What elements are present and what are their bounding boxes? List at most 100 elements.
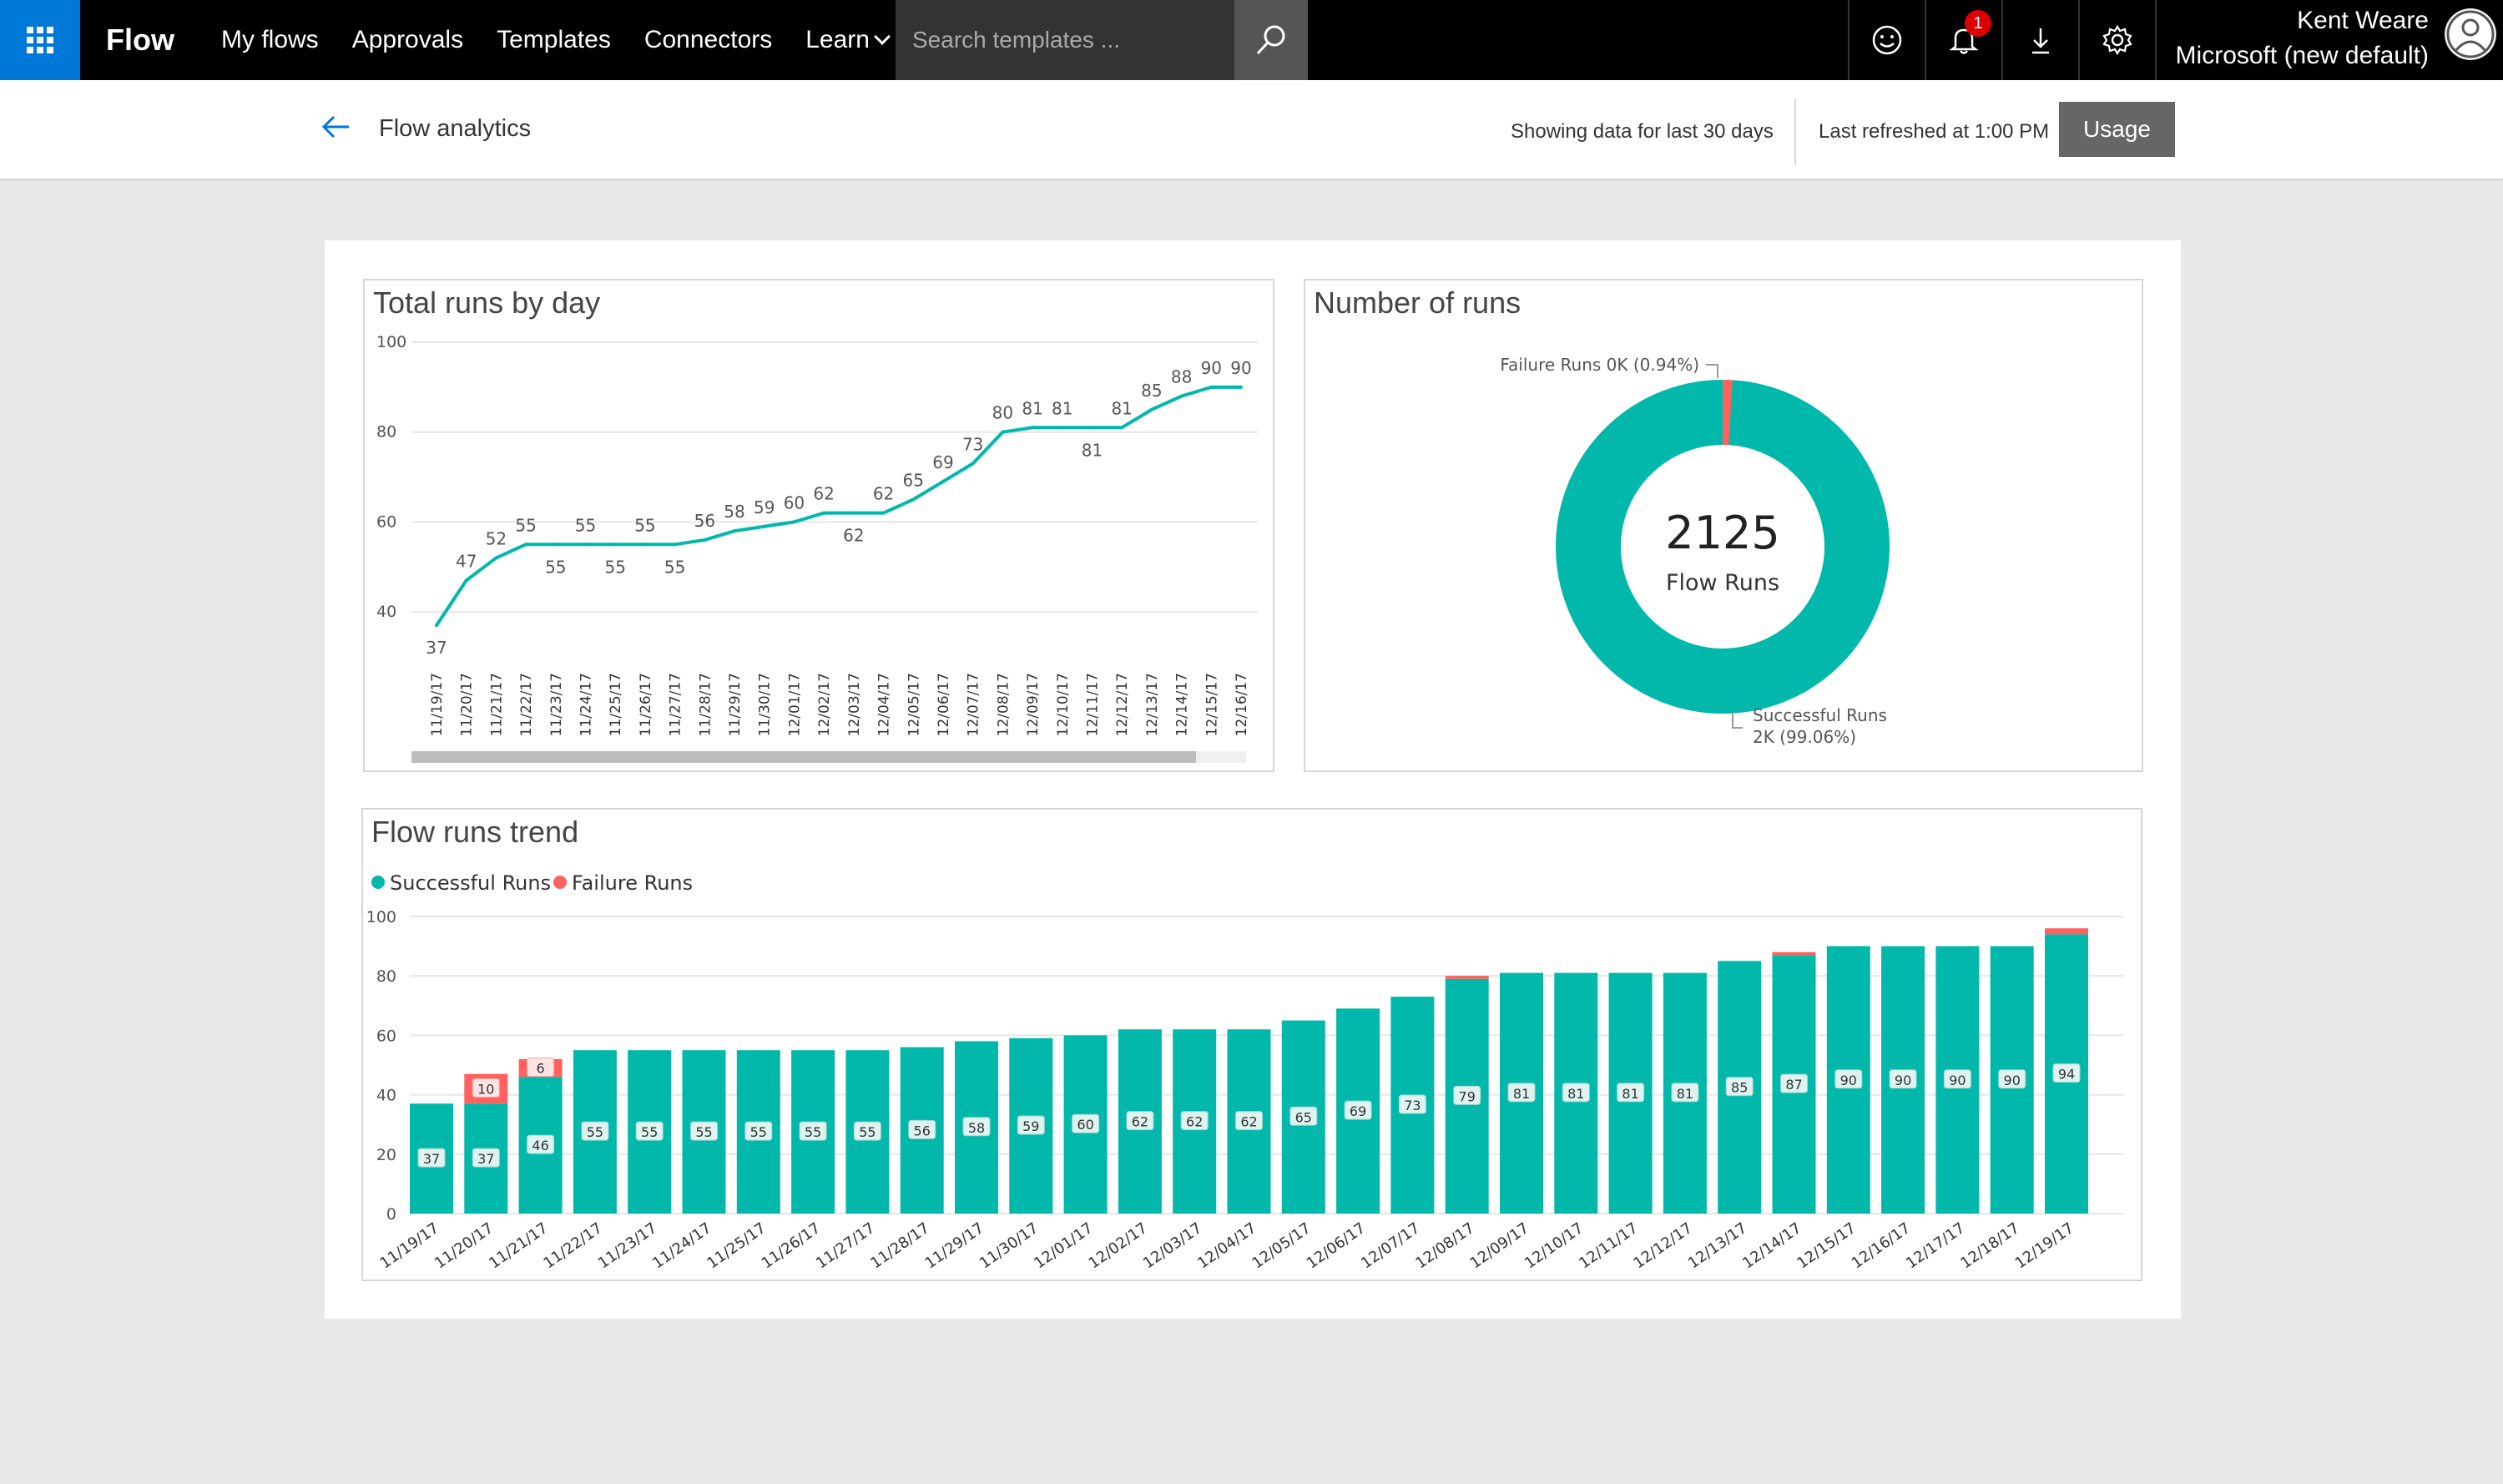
- data-label: 81: [1082, 440, 1103, 460]
- x-tick-label: 12/19/17: [2012, 1219, 2077, 1273]
- chevron-down-icon: [874, 28, 891, 45]
- data-label: 62: [843, 526, 864, 546]
- x-tick-label: 11/22/17: [518, 673, 535, 736]
- avatar-icon[interactable]: [2445, 8, 2496, 60]
- data-point: [703, 538, 707, 542]
- data-label: 87: [1785, 1077, 1802, 1093]
- nav-templates[interactable]: Templates: [480, 0, 628, 80]
- data-point: [613, 543, 618, 547]
- data-label: 55: [634, 515, 655, 535]
- data-point: [553, 543, 558, 547]
- data-label: 55: [695, 1124, 712, 1140]
- notifications-button[interactable]: 1: [1925, 0, 2001, 80]
- data-label: 69: [932, 452, 953, 472]
- x-tick-label: 11/22/17: [540, 1219, 605, 1273]
- brand-logo[interactable]: Flow: [106, 0, 174, 80]
- usage-button[interactable]: Usage: [2059, 102, 2175, 157]
- data-label: 90: [1230, 358, 1251, 378]
- data-label: 85: [1141, 381, 1162, 401]
- x-tick-label: 11/20/17: [431, 1219, 497, 1273]
- data-point: [1090, 426, 1094, 430]
- top-nav-bar: Flow My flows Approvals Templates Connec…: [0, 0, 2503, 80]
- data-point: [941, 479, 945, 483]
- data-point: [762, 524, 766, 528]
- nav-connectors[interactable]: Connectors: [628, 0, 789, 80]
- data-point: [1149, 407, 1153, 411]
- x-tick-label: 12/16/17: [1234, 673, 1250, 736]
- data-label: 6: [537, 1061, 545, 1077]
- last-refreshed-text: Last refreshed at 1:00 PM: [1819, 120, 2050, 143]
- data-label: 10: [477, 1081, 494, 1097]
- y-tick-label: 100: [376, 333, 406, 351]
- x-tick-label: 12/04/17: [876, 673, 893, 736]
- download-button[interactable]: [2001, 0, 2078, 80]
- data-point: [971, 462, 975, 466]
- user-org: Microsoft (new default): [2175, 42, 2429, 69]
- data-label: 37: [477, 1151, 494, 1167]
- y-tick-label: 40: [376, 1087, 396, 1105]
- search-button[interactable]: [1234, 0, 1308, 80]
- x-tick-label: 12/07/17: [966, 673, 982, 736]
- x-tick-label: 12/11/17: [1576, 1219, 1641, 1273]
- data-point: [643, 543, 647, 547]
- data-label: 90: [1840, 1073, 1857, 1088]
- legend-marker-successful: [371, 876, 385, 889]
- x-tick-label: 12/06/17: [936, 673, 952, 736]
- data-label: 55: [604, 557, 625, 577]
- x-tick-label: 11/27/17: [668, 673, 684, 736]
- data-label: 56: [694, 511, 715, 531]
- data-point: [673, 543, 677, 547]
- data-label: 62: [1240, 1114, 1257, 1130]
- feedback-button[interactable]: [1848, 0, 1925, 80]
- x-tick-label: 11/30/17: [976, 1219, 1042, 1273]
- x-tick-label: 11/28/17: [697, 673, 714, 736]
- data-label: 47: [456, 551, 477, 571]
- leader-line: [1732, 713, 1743, 729]
- x-tick-label: 12/13/17: [1685, 1219, 1750, 1273]
- app-launcher-icon[interactable]: [0, 0, 80, 80]
- nav-my-flows[interactable]: My flows: [204, 0, 336, 80]
- data-label: 60: [1077, 1117, 1093, 1133]
- search-input[interactable]: [896, 0, 1234, 80]
- x-tick-label: 12/10/17: [1521, 1219, 1587, 1273]
- x-tick-label: 12/18/17: [1957, 1219, 2022, 1273]
- x-tick-label: 12/09/17: [1467, 1219, 1532, 1273]
- data-label: 81: [1022, 398, 1042, 418]
- nav-learn-label: Learn: [805, 26, 870, 53]
- x-tick-label: 12/05/17: [906, 673, 922, 736]
- scrollbar-thumb[interactable]: [411, 751, 1196, 763]
- x-tick-label: 11/19/17: [429, 673, 446, 736]
- legend-successful-runs: Successful Runs: [390, 871, 551, 895]
- user-account[interactable]: Kent Weare Microsoft (new default): [2153, 0, 2429, 80]
- data-label: 81: [1052, 398, 1072, 418]
- data-label: 59: [754, 497, 775, 517]
- nav-approvals[interactable]: Approvals: [336, 0, 480, 80]
- data-point: [1209, 385, 1214, 389]
- failure-slice-label: Failure Runs 0K (0.94%): [1500, 355, 1699, 375]
- data-label: 46: [532, 1138, 548, 1153]
- data-label: 62: [813, 484, 834, 504]
- data-label: 55: [664, 557, 685, 577]
- nav-learn[interactable]: Learn: [789, 0, 905, 80]
- back-arrow-icon[interactable]: [317, 109, 354, 145]
- x-tick-label: 11/26/17: [638, 673, 654, 736]
- y-tick-label: 80: [376, 967, 396, 986]
- main-nav: My flows Approvals Templates Connectors …: [204, 0, 905, 80]
- data-point: [1239, 385, 1243, 389]
- x-tick-label: 12/03/17: [846, 673, 863, 736]
- y-tick-label: 80: [376, 423, 396, 442]
- search-icon: [1256, 25, 1285, 55]
- legend-marker-failure: [553, 876, 567, 889]
- data-point: [1120, 426, 1124, 430]
- x-tick-label: 12/01/17: [786, 673, 803, 736]
- data-label: 79: [1459, 1088, 1476, 1104]
- user-name: Kent Weare: [2297, 7, 2429, 34]
- legend-failure-runs: Failure Runs: [572, 871, 693, 895]
- settings-button[interactable]: [2078, 0, 2157, 80]
- series-line: [435, 385, 1241, 627]
- gear-icon: [2102, 24, 2132, 56]
- x-tick-label: 11/24/17: [578, 673, 595, 736]
- bar-failure-runs: [1445, 976, 1489, 979]
- data-label: 73: [1404, 1098, 1421, 1113]
- y-tick-label: 60: [376, 512, 396, 531]
